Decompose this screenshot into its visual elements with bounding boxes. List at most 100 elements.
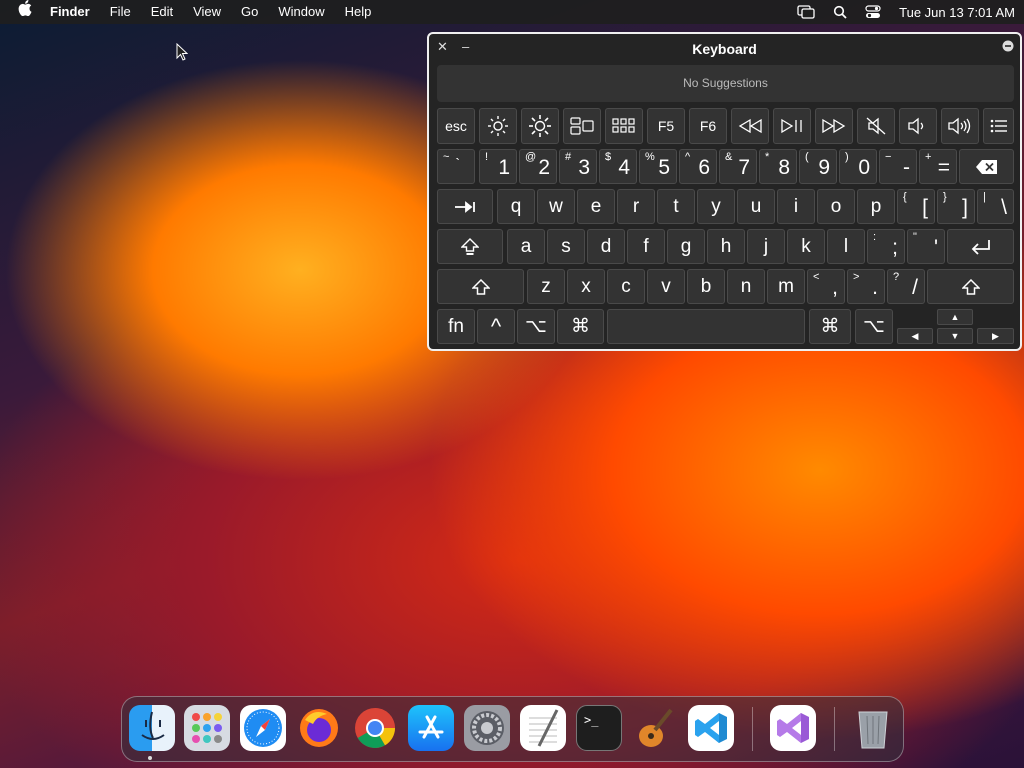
key-5[interactable]: % 5: [639, 149, 677, 184]
key-arrow-up-icon[interactable]: ▲: [937, 309, 973, 325]
key-brightness-up-icon[interactable]: [521, 108, 559, 144]
key-4[interactable]: $4: [599, 149, 637, 184]
menu-go[interactable]: Go: [231, 0, 268, 24]
key-j[interactable]: j: [747, 229, 785, 264]
menu-view[interactable]: View: [183, 0, 231, 24]
key-close-bracket[interactable]: }]: [937, 189, 975, 224]
options-menu-icon[interactable]: [1002, 40, 1014, 55]
launchpad-icon[interactable]: [184, 705, 230, 751]
safari-icon[interactable]: [240, 705, 286, 751]
key-right-command[interactable]: ⌘: [809, 309, 851, 344]
key-volume-down-icon[interactable]: [899, 108, 937, 144]
key-0[interactable]: ) 0: [839, 149, 877, 184]
key-f6[interactable]: F6: [689, 108, 727, 144]
trash-icon[interactable]: [850, 705, 896, 751]
key-right-option[interactable]: ⌥: [855, 309, 893, 344]
key-mission-control-icon[interactable]: [563, 108, 601, 144]
key-x[interactable]: x: [567, 269, 605, 304]
terminal-icon[interactable]: >_: [576, 705, 622, 751]
key-space[interactable]: [607, 309, 805, 344]
spotlight-search-icon[interactable]: [824, 5, 856, 19]
visual-studio-icon[interactable]: [770, 705, 816, 751]
key-rewind-icon[interactable]: [731, 108, 769, 144]
key-b[interactable]: b: [687, 269, 725, 304]
key-z[interactable]: z: [527, 269, 565, 304]
menu-file[interactable]: File: [100, 0, 141, 24]
key-right-shift-icon[interactable]: [927, 269, 1014, 304]
key-r[interactable]: r: [617, 189, 655, 224]
key-esc[interactable]: esc: [437, 108, 475, 144]
key-backslash[interactable]: | \: [977, 189, 1014, 224]
key-2[interactable]: @2: [519, 149, 557, 184]
key-play-pause-icon[interactable]: [773, 108, 811, 144]
key-7[interactable]: & 7: [719, 149, 757, 184]
key-return-icon[interactable]: [947, 229, 1014, 264]
key-k[interactable]: k: [787, 229, 825, 264]
key-period[interactable]: >.: [847, 269, 885, 304]
firefox-icon[interactable]: [296, 705, 342, 751]
key-volume-up-icon[interactable]: [941, 108, 979, 144]
key-control[interactable]: ^: [477, 309, 515, 344]
key-slash[interactable]: ? /: [887, 269, 925, 304]
system-settings-icon[interactable]: [464, 705, 510, 751]
key-y[interactable]: y: [697, 189, 735, 224]
key-c[interactable]: c: [607, 269, 645, 304]
key-fn[interactable]: fn: [437, 309, 475, 344]
key-semicolon[interactable]: :;: [867, 229, 905, 264]
key-left-shift-icon[interactable]: [437, 269, 524, 304]
key-t[interactable]: t: [657, 189, 695, 224]
key-f5[interactable]: F5: [647, 108, 685, 144]
key-l[interactable]: l: [827, 229, 865, 264]
apple-menu-icon[interactable]: [0, 0, 40, 24]
key-comma[interactable]: <,: [807, 269, 845, 304]
key-caps-lock-icon[interactable]: [437, 229, 503, 264]
key-a[interactable]: a: [507, 229, 545, 264]
menu-clock[interactable]: Tue Jun 13 7:01 AM: [890, 5, 1024, 20]
key-d[interactable]: d: [587, 229, 625, 264]
key-s[interactable]: s: [547, 229, 585, 264]
key-e[interactable]: e: [577, 189, 615, 224]
garageband-icon[interactable]: [632, 705, 678, 751]
key-arrow-down-icon[interactable]: ▼: [937, 328, 973, 344]
key-8[interactable]: * 8: [759, 149, 797, 184]
key-i[interactable]: i: [777, 189, 815, 224]
key-left-command[interactable]: ⌘: [557, 309, 604, 344]
key-v[interactable]: v: [647, 269, 685, 304]
key-brightness-down-icon[interactable]: [479, 108, 517, 144]
vscode-icon[interactable]: [688, 705, 734, 751]
key-u[interactable]: u: [737, 189, 775, 224]
key-mute-icon[interactable]: [857, 108, 895, 144]
key-launchpad-icon[interactable]: [605, 108, 643, 144]
key-6[interactable]: ^ 6: [679, 149, 717, 184]
screen-mirroring-icon[interactable]: [788, 5, 824, 19]
key-p[interactable]: p: [857, 189, 895, 224]
key-g[interactable]: g: [667, 229, 705, 264]
app-store-icon[interactable]: [408, 705, 454, 751]
key-quote[interactable]: " ': [907, 229, 945, 264]
key-arrow-right-icon[interactable]: ▶: [977, 328, 1014, 344]
key-1[interactable]: ! 1: [479, 149, 517, 184]
key-9[interactable]: (9: [799, 149, 837, 184]
control-center-icon[interactable]: [856, 5, 890, 19]
key-fast-forward-icon[interactable]: [815, 108, 853, 144]
chrome-icon[interactable]: [352, 705, 398, 751]
key-m[interactable]: m: [767, 269, 805, 304]
finder-icon[interactable]: [129, 705, 175, 751]
key-list-icon[interactable]: [983, 108, 1014, 144]
key-w[interactable]: w: [537, 189, 575, 224]
key-delete-icon[interactable]: [959, 149, 1014, 184]
menu-help[interactable]: Help: [335, 0, 382, 24]
key-n[interactable]: n: [727, 269, 765, 304]
key-minus[interactable]: − -: [879, 149, 917, 184]
key-o[interactable]: o: [817, 189, 855, 224]
key-3[interactable]: #3: [559, 149, 597, 184]
key-equals[interactable]: + =: [919, 149, 957, 184]
menu-app-name[interactable]: Finder: [40, 0, 100, 24]
key-f[interactable]: f: [627, 229, 665, 264]
key-backtick[interactable]: ~ `: [437, 149, 475, 184]
key-left-option[interactable]: ⌥: [517, 309, 555, 344]
key-arrow-left-icon[interactable]: ◀: [897, 328, 933, 344]
menu-edit[interactable]: Edit: [141, 0, 183, 24]
key-tab-icon[interactable]: [437, 189, 493, 224]
key-h[interactable]: h: [707, 229, 745, 264]
